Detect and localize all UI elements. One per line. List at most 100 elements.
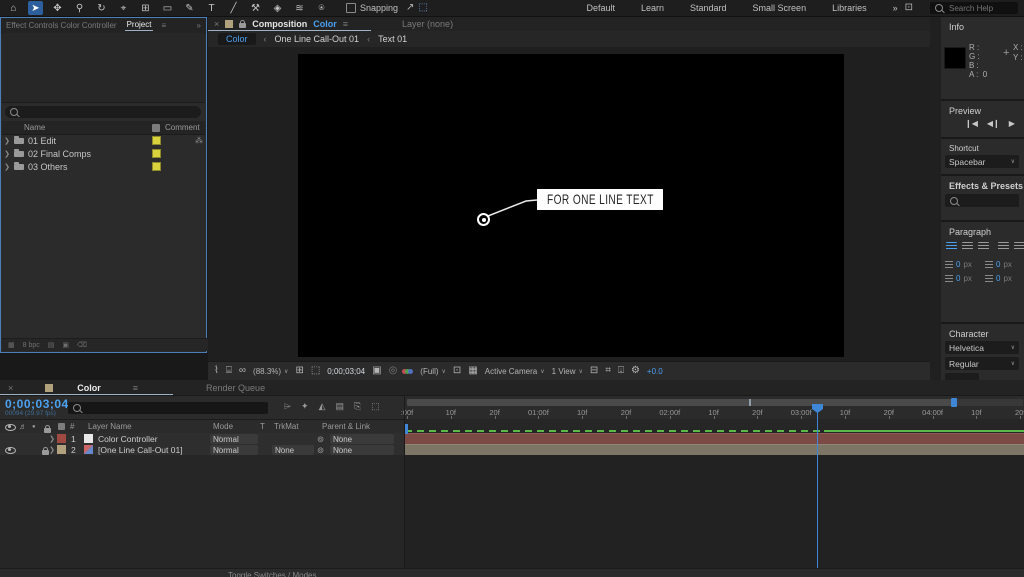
parent-dropdown[interactable]: None ∨	[330, 445, 394, 455]
callout-text-box[interactable]: FOR ONE LINE TEXT	[537, 189, 663, 210]
composition-panel-menu-icon[interactable]: ≡	[343, 19, 348, 29]
font-style-dropdown[interactable]: Regular ∨	[945, 357, 1019, 370]
puppet-pin-tool-icon[interactable]: ⍟	[314, 1, 329, 15]
region-of-interest-icon[interactable]: ⊡	[453, 366, 461, 376]
layer-bar-one-line-call-out[interactable]	[405, 444, 1024, 455]
space-after-field[interactable]: 0 px	[985, 274, 1012, 283]
layer-name-column-header[interactable]: Layer Name	[88, 422, 132, 431]
eraser-tool-icon[interactable]: ◈	[270, 1, 285, 15]
audio-column-icon[interactable]: ♬	[19, 422, 27, 431]
viewer-lock-icon[interactable]: ⌇	[214, 366, 219, 376]
solo-column-icon[interactable]: ●	[32, 424, 36, 430]
timeline-search-input[interactable]	[85, 400, 259, 417]
label-color-swatch[interactable]	[152, 136, 161, 145]
expander-icon[interactable]: ❯	[47, 446, 57, 454]
clone-stamp-tool-icon[interactable]: ⚒	[248, 1, 263, 15]
close-icon[interactable]: ×	[214, 19, 219, 29]
share-view-icon[interactable]: ⊟	[590, 366, 598, 376]
expander-icon[interactable]: ❯	[2, 137, 12, 145]
brush-tool-icon[interactable]: ╱	[226, 1, 241, 15]
tab-render-queue[interactable]: Render Queue	[206, 383, 265, 393]
project-panel-overflow-icon[interactable]: »	[197, 21, 201, 30]
workspace-overflow-icon[interactable]: »	[893, 3, 898, 13]
label-column-icon[interactable]	[152, 124, 160, 132]
project-row-02-final-comps[interactable]: ❯ 02 Final Comps	[2, 147, 205, 160]
draft-3d-icon[interactable]: ✦	[301, 401, 309, 412]
viewer-timecode[interactable]: 0;00;03;04	[327, 367, 365, 376]
tab-timeline-color[interactable]: Color	[77, 383, 101, 393]
play-button[interactable]: ▶	[1009, 119, 1015, 128]
workspace-libraries[interactable]: Libraries	[832, 3, 867, 13]
label-color-swatch[interactable]	[152, 149, 161, 158]
home-icon[interactable]: ⌂	[6, 1, 21, 15]
breadcrumb-text-01[interactable]: Text 01	[378, 34, 407, 44]
pen-tool-icon[interactable]: ✎	[182, 1, 197, 15]
effects-search-input[interactable]	[958, 192, 1012, 209]
project-row-01-edit[interactable]: ❯ 01 Edit ⁂	[2, 134, 205, 147]
justify-right-button[interactable]	[1014, 242, 1024, 251]
magnification-dropdown[interactable]: (88.3%) ∨	[253, 367, 288, 376]
timeline-menu-icon[interactable]: ≡	[133, 383, 138, 393]
blend-mode-dropdown[interactable]: Normal ∨	[210, 434, 258, 444]
tab-effect-controls[interactable]: Effect Controls Color Controller	[6, 21, 117, 30]
hide-shy-layers-icon[interactable]: ◭	[319, 401, 326, 412]
snapshot-icon[interactable]: ▣	[372, 366, 381, 376]
parent-dropdown[interactable]: None ∨	[330, 434, 394, 444]
align-center-button[interactable]	[962, 242, 973, 251]
vr-view-icon[interactable]: ∞	[239, 366, 246, 376]
mode-column-header[interactable]: Mode	[213, 422, 233, 431]
shortcut-dropdown[interactable]: Spacebar ∨	[945, 155, 1019, 168]
transparency-grid-icon[interactable]: ▦	[468, 366, 477, 376]
new-folder-icon[interactable]: ▤	[48, 341, 55, 349]
workspace-default[interactable]: Default	[586, 3, 615, 13]
project-row-03-others[interactable]: ❯ 03 Others	[2, 160, 205, 173]
paragraph-panel-title[interactable]: Paragraph	[941, 222, 1024, 237]
blend-mode-dropdown[interactable]: Normal ∨	[210, 445, 258, 455]
type-tool-icon[interactable]: T	[204, 1, 219, 15]
interpret-footage-icon[interactable]: ▦	[8, 341, 15, 349]
tab-composition[interactable]: Composition	[252, 19, 307, 29]
folder-name[interactable]: 02 Final Comps	[28, 149, 91, 159]
expander-icon[interactable]: ❯	[47, 435, 57, 443]
hand-tool-icon[interactable]: ✥	[50, 1, 65, 15]
parent-link-column-header[interactable]: Parent & Link	[322, 422, 370, 431]
show-snapshot-icon[interactable]: ◎	[389, 366, 398, 376]
flowchart-icon[interactable]: ⚙	[631, 366, 640, 376]
label-column-icon[interactable]	[58, 423, 65, 430]
layer-label-swatch[interactable]	[57, 434, 66, 443]
rectangle-tool-icon[interactable]: ▭	[160, 1, 175, 15]
pickwhip-icon[interactable]: ⊚	[317, 445, 324, 456]
folder-name[interactable]: 03 Others	[28, 162, 68, 172]
align-left-button[interactable]	[946, 242, 957, 251]
justify-left-button[interactable]	[998, 242, 1009, 251]
layer-label-swatch[interactable]	[57, 445, 66, 454]
font-size-dropdown[interactable]	[945, 373, 979, 380]
tab-layer[interactable]: Layer (none)	[402, 19, 453, 29]
previous-frame-button[interactable]: ◀❙	[987, 119, 1000, 128]
label-color-swatch[interactable]	[152, 162, 161, 171]
trkmat-column-header[interactable]: TrkMat	[274, 422, 299, 431]
rotation-tool-icon[interactable]: ↻	[94, 1, 109, 15]
workspace-small-screen[interactable]: Small Screen	[753, 3, 807, 13]
breadcrumb-color[interactable]: Color	[218, 33, 256, 45]
align-right-button[interactable]	[978, 242, 989, 251]
trkmat-dropdown[interactable]: None ∨	[272, 445, 314, 455]
video-column-icon[interactable]	[5, 424, 16, 431]
new-comp-icon[interactable]: ▣	[62, 341, 69, 349]
trash-icon[interactable]: ⌫	[77, 341, 87, 349]
selection-tool-icon[interactable]: ➤	[28, 1, 43, 15]
project-search-input[interactable]	[22, 104, 186, 121]
view-layout-dropdown[interactable]: 1 View ∨	[552, 367, 583, 376]
workspace-switcher-icon[interactable]: ⊡	[905, 3, 913, 13]
tab-project[interactable]: Project	[127, 20, 152, 31]
first-frame-button[interactable]: ❙◀	[965, 119, 978, 128]
composition-canvas[interactable]: FOR ONE LINE TEXT	[298, 54, 844, 357]
eye-icon[interactable]	[5, 447, 16, 454]
current-time-display[interactable]: 0;00;03;04	[5, 397, 69, 411]
workspace-standard[interactable]: Standard	[690, 3, 727, 13]
layer-bar-color-controller[interactable]	[405, 433, 1024, 444]
resolution-dropdown[interactable]: (Full) ∨	[420, 367, 446, 376]
track-area[interactable]	[405, 455, 1024, 568]
lock-icon[interactable]	[239, 23, 246, 28]
timeline-button-icon[interactable]: ⍗	[618, 366, 624, 376]
